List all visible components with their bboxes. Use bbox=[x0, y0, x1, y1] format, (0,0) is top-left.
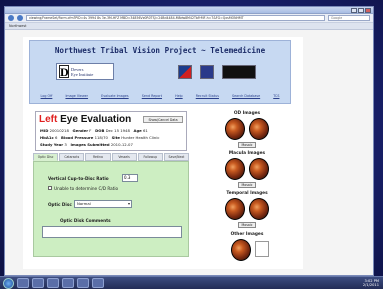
url-field[interactable]: viewing/FrameSet/Form.cfm?PID=4s 3994 8s… bbox=[26, 15, 325, 21]
search-input[interactable]: Google bbox=[328, 15, 370, 21]
show-data-button[interactable]: Show/Cancel Data bbox=[143, 116, 183, 123]
patient-info-box: Left Eye Evaluation Show/Cancel Data MID… bbox=[35, 111, 187, 151]
taskbar-app-icon[interactable] bbox=[62, 278, 74, 288]
tab-bar: Northwest bbox=[5, 23, 373, 30]
nav-link[interactable]: TCS bbox=[273, 94, 279, 98]
taskbar: 3:02 PM 2/1/2011 bbox=[0, 276, 383, 289]
tab-followup[interactable]: Followup bbox=[137, 153, 163, 161]
patient-info-row-3: Study Year 3 Images Submitted 2010-12-07 bbox=[40, 142, 133, 147]
cd-ratio-label: Vertical Cup-to-Disc Ratio bbox=[48, 176, 109, 181]
macula-mosaic-button[interactable]: Mosaic bbox=[238, 182, 256, 188]
title-bar bbox=[5, 7, 373, 14]
evaluation-title: Left Eye Evaluation bbox=[39, 114, 132, 125]
unable-checkbox[interactable] bbox=[48, 186, 52, 190]
temporal-mosaic-button[interactable]: Mosaic bbox=[238, 222, 256, 228]
nav-link[interactable]: Image Viewer bbox=[65, 94, 88, 98]
nav-link[interactable]: Evaluate Images bbox=[101, 94, 129, 98]
image-sidebar: OD Images Mosaic Macula Images Mosaic Te… bbox=[209, 111, 285, 269]
od-images-title: OD Images bbox=[233, 111, 261, 116]
od-mosaic-button[interactable]: Mosaic bbox=[238, 142, 256, 148]
devers-logo: D Devers Eye Institute bbox=[56, 63, 114, 80]
browser-window: viewing/FrameSet/Form.cfm?PID=4s 3994 8s… bbox=[4, 6, 374, 276]
forward-icon[interactable] bbox=[17, 15, 23, 21]
cd-ratio-input[interactable]: 0.3 bbox=[122, 174, 138, 182]
site-header: Northwest Tribal Vision Project ~ Teleme… bbox=[29, 40, 291, 104]
od-image-2[interactable] bbox=[249, 118, 269, 140]
other-images-title: Other Images bbox=[230, 232, 264, 237]
tab-retina[interactable]: Retina bbox=[85, 153, 111, 161]
partner-logo-3 bbox=[222, 65, 256, 79]
nav-link[interactable]: Help bbox=[175, 94, 183, 98]
temporal-images-title: Temporal Images bbox=[226, 191, 268, 196]
patient-info-row-1: MID 20010218 Gender F DOB Dec 15 1948 Ag… bbox=[40, 128, 148, 133]
tab-cataracts[interactable]: Cataracts bbox=[59, 153, 85, 161]
close-icon[interactable] bbox=[365, 8, 371, 13]
start-button[interactable] bbox=[3, 277, 14, 289]
partner-logo-1 bbox=[178, 65, 192, 79]
taskbar-app-icon[interactable] bbox=[92, 278, 104, 288]
patient-info-row-2: HbA1c 6 Blood Pressure 118/70 Site Hunte… bbox=[40, 135, 160, 140]
back-icon[interactable] bbox=[8, 15, 14, 21]
comments-label: Optic Disk Comments bbox=[60, 218, 111, 223]
optic-disc-panel: Vertical Cup-to-Disc Ratio 0.3 Unable to… bbox=[33, 161, 189, 257]
address-bar: viewing/FrameSet/Form.cfm?PID=4s 3994 8s… bbox=[5, 14, 373, 23]
evaluation-tabs: Optic Disc Cataracts Retina Vessels Foll… bbox=[33, 153, 190, 161]
site-title: Northwest Tribal Vision Project ~ Teleme… bbox=[54, 46, 266, 55]
maximize-icon[interactable] bbox=[358, 8, 364, 13]
unable-label: Unable to determine C/D Ratio bbox=[54, 186, 119, 191]
macula-images-title: Macula Images bbox=[228, 151, 266, 156]
od-image-1[interactable] bbox=[225, 118, 245, 140]
other-image-placeholder[interactable] bbox=[255, 241, 269, 257]
eye-side: Left bbox=[39, 114, 58, 125]
nav-link[interactable]: Recruit Status bbox=[196, 94, 219, 98]
macula-image-2[interactable] bbox=[249, 158, 269, 180]
site-nav: Log Off Image Viewer Evaluate Images Sen… bbox=[30, 89, 290, 103]
temporal-image-2[interactable] bbox=[249, 198, 269, 220]
system-clock[interactable]: 3:02 PM 2/1/2011 bbox=[363, 279, 379, 287]
nav-link[interactable]: Send Report bbox=[142, 94, 162, 98]
taskbar-app-icon[interactable] bbox=[47, 278, 59, 288]
tab-save-next[interactable]: Save/Next bbox=[163, 153, 190, 161]
optic-disc-select[interactable]: Normal bbox=[74, 200, 132, 208]
taskbar-app-icon[interactable] bbox=[32, 278, 44, 288]
nav-link[interactable]: Search Database bbox=[232, 94, 260, 98]
macula-image-1[interactable] bbox=[225, 158, 245, 180]
other-image-1[interactable] bbox=[231, 239, 251, 261]
tab-optic-disc[interactable]: Optic Disc bbox=[33, 153, 59, 161]
comments-textarea[interactable] bbox=[42, 226, 182, 238]
browser-tab[interactable]: Northwest bbox=[9, 24, 26, 28]
nav-link[interactable]: Log Off bbox=[41, 94, 53, 98]
minimize-icon[interactable] bbox=[351, 8, 357, 13]
taskbar-app-icon[interactable] bbox=[17, 278, 29, 288]
taskbar-app-icon[interactable] bbox=[77, 278, 89, 288]
page-content: Northwest Tribal Vision Project ~ Teleme… bbox=[23, 37, 303, 269]
temporal-image-1[interactable] bbox=[225, 198, 245, 220]
tab-vessels[interactable]: Vessels bbox=[111, 153, 137, 161]
optic-disc-label: Optic Disc bbox=[48, 202, 72, 207]
partner-logo-2 bbox=[200, 65, 214, 79]
